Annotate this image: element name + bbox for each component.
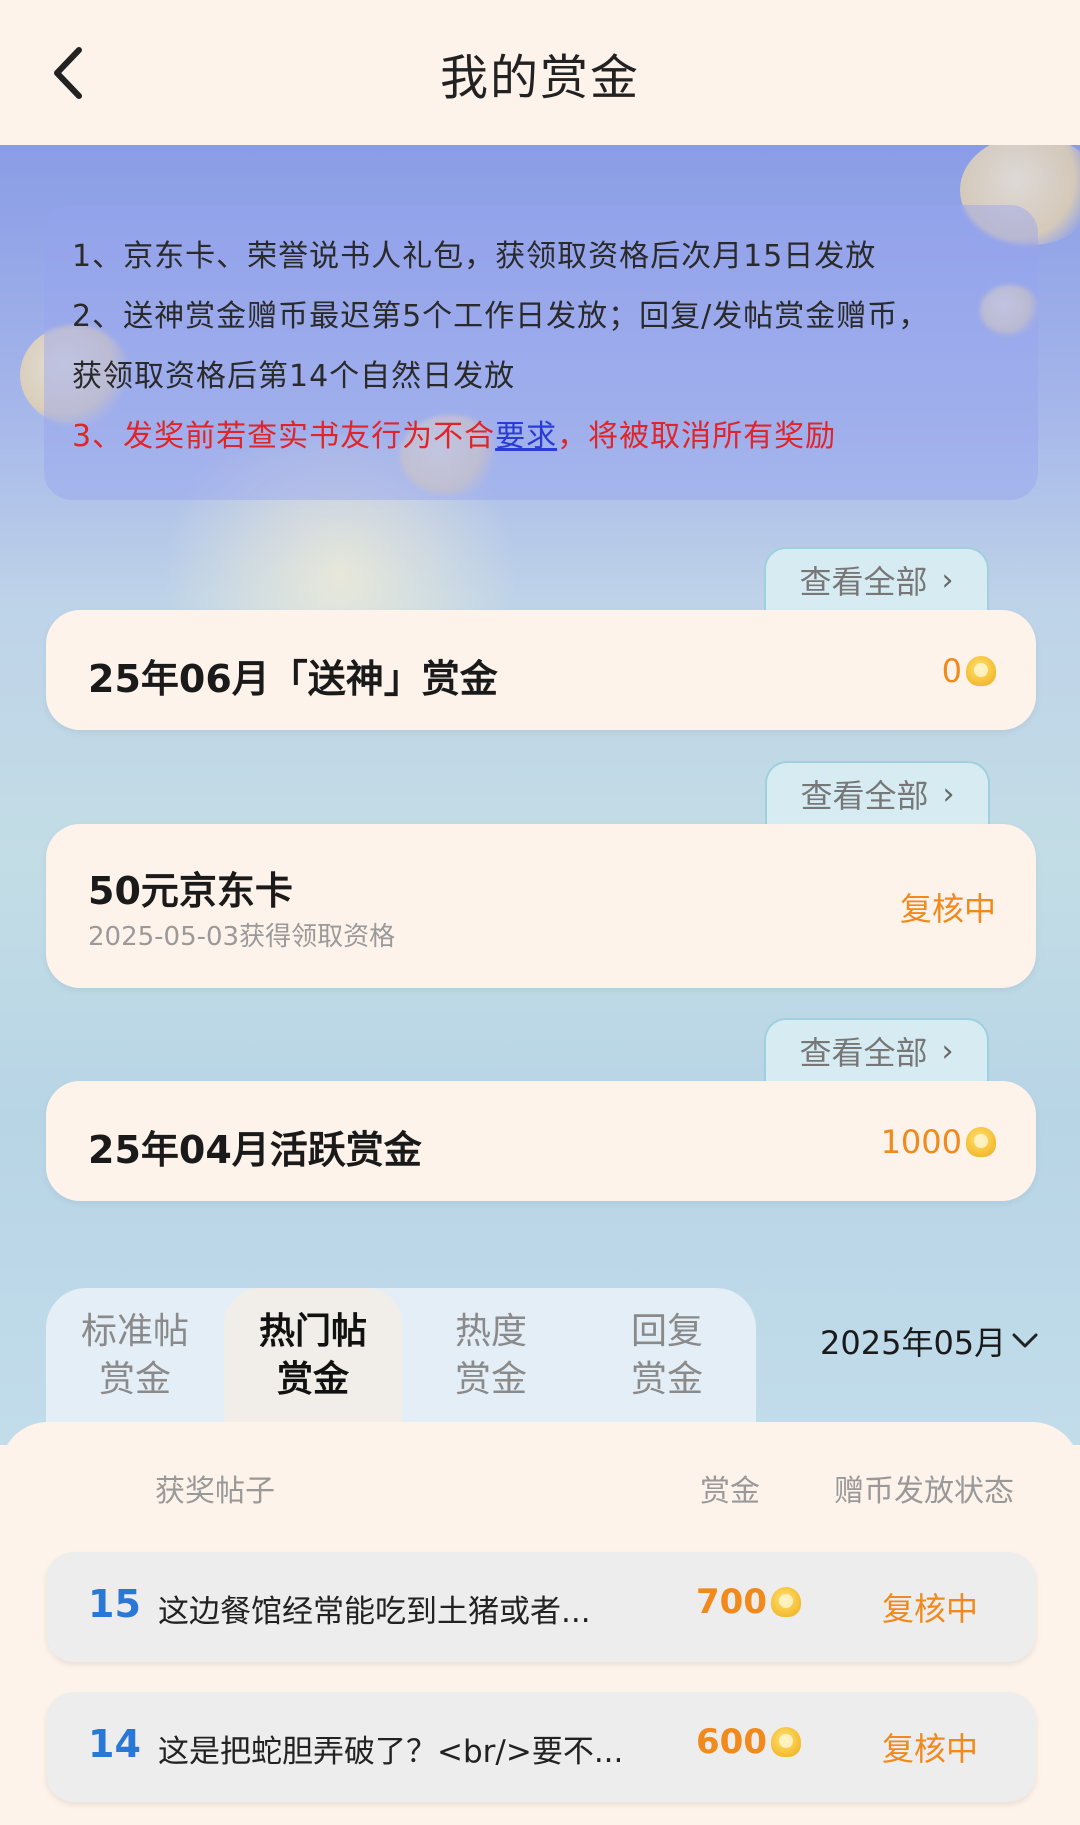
requirements-link[interactable]: 要求 xyxy=(495,419,557,454)
tab-hot-post[interactable]: 热门帖 赏金 xyxy=(224,1288,402,1423)
notice-line-2: 2、送神赏金赠币最迟第5个工作日发放；回复/发帖赏金赠币， xyxy=(72,299,930,334)
page-title: 我的赏金 xyxy=(439,50,640,106)
row-post-title: 这边餐馆经常能吃到土猪或者... xyxy=(158,1594,591,1630)
coin-icon xyxy=(770,1587,801,1617)
tab-label-line2: 赏金 xyxy=(98,1358,171,1400)
view-all-label: 查看全部 xyxy=(799,563,928,601)
tab-label-line1: 热度 xyxy=(454,1310,527,1352)
row-rank: 15 xyxy=(88,1582,141,1626)
row-status: 复核中 xyxy=(882,1730,979,1768)
card-value-amount: 0 xyxy=(941,652,962,690)
view-all-label: 查看全部 xyxy=(800,777,929,815)
view-all-button[interactable]: 查看全部 › xyxy=(764,547,989,611)
coin-icon xyxy=(966,1127,996,1157)
tab-label-line1: 标准帖 xyxy=(80,1310,189,1352)
tab-label-line2: 赏金 xyxy=(630,1358,703,1400)
card-value: 0 xyxy=(942,652,996,690)
column-header-reward: 赏金 xyxy=(700,1474,760,1509)
card-title: 25年04月活跃赏金 xyxy=(88,1128,422,1172)
chevron-down-icon xyxy=(1012,1333,1038,1348)
tab-label-line1: 回复 xyxy=(630,1310,703,1352)
card-title: 50元京东卡 xyxy=(88,869,293,913)
row-rank: 14 xyxy=(88,1722,141,1766)
notice-box: 1、京东卡、荣誉说书人礼包，获领取资格后次月15日发放 2、送神赏金赠币最迟第5… xyxy=(44,205,1038,500)
card-status: 复核中 xyxy=(899,890,996,928)
row-amount: 600 xyxy=(696,1722,801,1762)
row-post-title: 这是把蛇胆弄破了？<br/>要不... xyxy=(158,1734,624,1770)
card-value-amount: 1000 xyxy=(880,1123,962,1161)
notice-line-4-suffix: ，将被取消所有奖励 xyxy=(557,419,837,454)
tab-label-line2: 赏金 xyxy=(454,1358,527,1400)
notice-line-4-prefix: 3、发奖前若查实书友行为不合 xyxy=(72,419,496,454)
notice-line-1: 1、京东卡、荣誉说书人礼包，获领取资格后次月15日发放 xyxy=(72,239,877,274)
table-row[interactable]: 15 这边餐馆经常能吃到土猪或者... 700 复核中 xyxy=(46,1552,1036,1662)
chevron-right-icon: › xyxy=(941,1033,954,1069)
table-row[interactable]: 14 这是把蛇胆弄破了？<br/>要不... 600 复核中 xyxy=(46,1692,1036,1802)
coin-icon xyxy=(966,656,996,686)
column-header-post: 获奖帖子 xyxy=(155,1474,275,1509)
row-amount-value: 700 xyxy=(696,1582,767,1622)
column-header-status: 赠币发放状态 xyxy=(834,1474,1014,1509)
row-amount-value: 600 xyxy=(696,1722,767,1762)
coin-icon xyxy=(770,1727,801,1757)
view-all-button[interactable]: 查看全部 › xyxy=(764,1018,989,1082)
header: 我的赏金 xyxy=(0,0,1080,145)
month-select[interactable]: 2025年05月 xyxy=(820,1318,1038,1364)
chevron-right-icon: › xyxy=(942,776,955,812)
reward-card-jd-card[interactable]: 50元京东卡 2025-05-03获得领取资格 复核中 xyxy=(46,824,1036,988)
card-title: 25年06月「送神」赏金 xyxy=(88,657,498,701)
row-amount: 700 xyxy=(696,1582,801,1622)
reward-card-active[interactable]: 25年04月活跃赏金 1000 xyxy=(46,1081,1036,1201)
card-subtitle: 2025-05-03获得领取资格 xyxy=(88,922,396,952)
chevron-right-icon: › xyxy=(941,562,954,598)
tab-standard-post[interactable]: 标准帖 赏金 xyxy=(46,1288,224,1423)
month-select-value: 2025年05月 xyxy=(820,1324,1007,1362)
tab-label-line1: 热门帖 xyxy=(258,1310,367,1352)
view-all-button[interactable]: 查看全部 › xyxy=(765,761,990,825)
row-status: 复核中 xyxy=(882,1590,979,1628)
reward-card-send-god[interactable]: 25年06月「送神」赏金 0 xyxy=(46,610,1036,730)
view-all-label: 查看全部 xyxy=(799,1034,928,1072)
notice-line-4: 3、发奖前若查实书友行为不合要求，将被取消所有奖励 xyxy=(72,407,1010,467)
notice-line-3: 获领取资格后第14个自然日发放 xyxy=(72,359,516,394)
tab-reply[interactable]: 回复 赏金 xyxy=(578,1288,756,1423)
tab-heat[interactable]: 热度 赏金 xyxy=(402,1288,580,1423)
tab-label-line2: 赏金 xyxy=(276,1358,349,1400)
card-value: 1000 xyxy=(881,1123,996,1161)
